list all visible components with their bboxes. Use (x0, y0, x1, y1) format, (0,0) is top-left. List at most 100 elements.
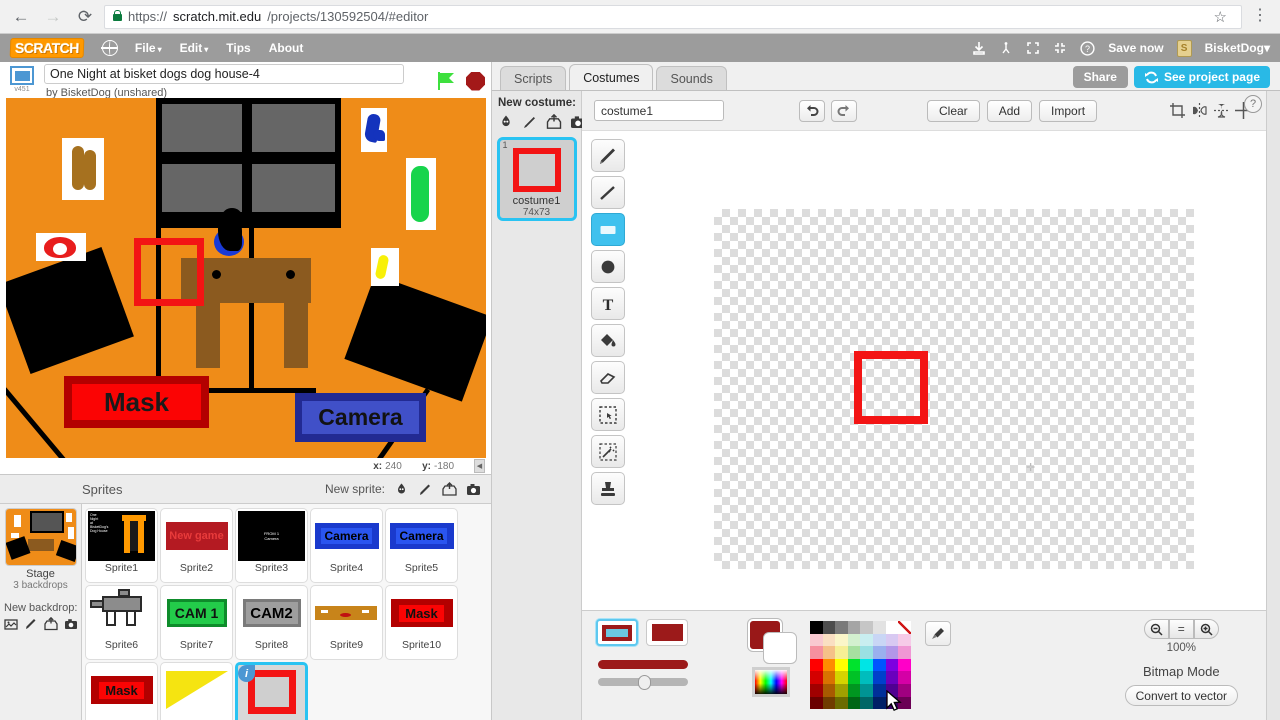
palette-swatch[interactable] (847, 658, 861, 672)
sprite-item-sprite5[interactable]: Camera Sprite5 (385, 508, 458, 583)
palette-swatch[interactable] (872, 658, 886, 672)
palette-swatch[interactable] (835, 671, 848, 684)
line-width-knob[interactable] (637, 675, 651, 690)
palette-swatch[interactable] (810, 646, 823, 659)
sprite-item-sprite10[interactable]: Mask Sprite10 (385, 585, 458, 660)
eyedropper-icon[interactable] (924, 621, 951, 646)
palette-swatch[interactable] (860, 696, 873, 710)
tool-brush[interactable] (591, 139, 625, 172)
palette-swatch[interactable] (822, 696, 836, 710)
tab-sounds[interactable]: Sounds (656, 66, 727, 90)
palette-swatch[interactable] (822, 683, 836, 697)
share-button[interactable]: Share (1072, 66, 1128, 88)
menu-edit[interactable]: Edit ▾ (171, 37, 218, 59)
line-width-slider[interactable] (598, 675, 688, 690)
palette-swatch[interactable] (898, 658, 911, 672)
palette-swatch[interactable] (822, 621, 836, 634)
sprite-item-sprite3[interactable]: FROM 1 Camera Sprite3 (235, 508, 308, 583)
palette-swatch[interactable] (898, 683, 911, 697)
palette-swatch[interactable] (835, 646, 848, 659)
palette-swatch[interactable] (885, 671, 899, 684)
palette-swatch[interactable] (810, 696, 823, 710)
stage-mask-button[interactable]: Mask (64, 376, 209, 428)
palette-swatch[interactable] (847, 696, 861, 710)
paint-icon[interactable] (24, 617, 38, 631)
library-icon[interactable] (498, 114, 514, 130)
palette-swatch[interactable] (872, 683, 886, 697)
palette-swatch[interactable] (898, 696, 911, 710)
no-color-swatch[interactable] (898, 621, 911, 634)
globe-icon[interactable] (101, 39, 118, 56)
palette-swatch[interactable] (847, 671, 861, 684)
browser-back-button[interactable]: ← (8, 4, 34, 30)
stage-fullscreen-icon[interactable]: v451 (8, 66, 36, 96)
help-icon[interactable]: ? (1244, 95, 1262, 113)
sprite-info-badge[interactable]: i (238, 665, 255, 682)
palette-swatch[interactable] (872, 696, 886, 710)
sprite-item-sprite7[interactable]: CAM 1 Sprite7 (160, 585, 233, 660)
menu-file[interactable]: File ▾ (126, 37, 171, 59)
convert-to-vector-button[interactable]: Convert to vector (1124, 685, 1238, 706)
palette-swatch[interactable] (860, 683, 873, 697)
username-menu[interactable]: BisketDog▾ (1205, 41, 1270, 55)
palette-swatch[interactable] (822, 646, 836, 659)
user-avatar[interactable] (1176, 39, 1192, 57)
sprite-item-sprite9[interactable]: Sprite9 (310, 585, 383, 660)
import-button[interactable]: Import (1039, 99, 1098, 122)
paint-canvas[interactable]: ✛ (714, 209, 1194, 569)
library-icon[interactable] (4, 617, 18, 631)
tool-fill[interactable] (591, 324, 625, 357)
palette-swatch[interactable] (860, 621, 873, 634)
palette-swatch[interactable] (885, 633, 899, 647)
sprite-item-sprite2[interactable]: New game Sprite2 (160, 508, 233, 583)
palette-swatch[interactable] (847, 633, 861, 647)
browser-reload-button[interactable]: ⟳ (72, 4, 98, 30)
help-icon[interactable]: ? (1080, 40, 1095, 56)
redo-button[interactable] (831, 99, 857, 122)
palette-swatch[interactable] (885, 621, 899, 634)
flip-horizontal-icon[interactable] (1188, 100, 1210, 122)
palette-swatch[interactable] (822, 671, 836, 684)
color-swatches[interactable] (748, 619, 796, 663)
palette-swatch[interactable] (835, 633, 848, 647)
palette-swatch[interactable] (847, 683, 861, 697)
stamp-icon[interactable] (972, 41, 986, 55)
paint-icon[interactable] (522, 114, 538, 130)
tool-eraser[interactable] (591, 361, 625, 394)
palette-swatch[interactable] (872, 621, 886, 634)
camera-icon[interactable] (64, 617, 78, 631)
palette-swatch[interactable] (822, 658, 836, 672)
palette-swatch[interactable] (885, 658, 899, 672)
address-bar[interactable]: https:// scratch.mit.edu/projects/1305925… (104, 4, 1242, 29)
palette-swatch[interactable] (810, 621, 823, 634)
canvas-drawn-square[interactable] (854, 351, 928, 424)
sprite-item-sprite8[interactable]: CAM2 Sprite8 (235, 585, 308, 660)
menu-tips[interactable]: Tips (217, 37, 259, 59)
save-now-button[interactable]: Save now (1108, 41, 1163, 55)
menu-about[interactable]: About (260, 37, 313, 59)
palette-swatch[interactable] (810, 658, 823, 672)
palette-swatch[interactable] (898, 646, 911, 659)
tool-text[interactable]: T (591, 287, 625, 320)
upload-icon[interactable] (546, 114, 562, 130)
browser-menu-icon[interactable]: ⋮ (1248, 8, 1272, 24)
palette-swatch[interactable] (898, 633, 911, 647)
stage-canvas[interactable]: Mask Camera (6, 98, 486, 458)
shrink-icon[interactable] (1053, 41, 1067, 55)
upload-icon[interactable] (44, 617, 58, 631)
palette-swatch[interactable] (872, 633, 886, 647)
palette-swatch[interactable] (835, 696, 848, 710)
color-palette[interactable] (810, 621, 911, 710)
costume-item-costume1[interactable]: 1 costume1 74x73 (496, 137, 577, 221)
sprite-item-sprite4[interactable]: Camera Sprite4 (310, 508, 383, 583)
sprite-item-mask2[interactable]: Mask (85, 662, 158, 720)
bookmark-star-icon[interactable]: ☆ (1208, 8, 1233, 26)
sprite-item-sprite6[interactable]: Sprite6 (85, 585, 158, 660)
undo-button[interactable] (799, 99, 825, 122)
tool-magic-wand[interactable] (591, 435, 625, 468)
shape-filled-button[interactable] (646, 619, 688, 646)
flip-vertical-icon[interactable] (1210, 100, 1232, 122)
stage-camera-button[interactable]: Camera (295, 393, 426, 442)
collapse-left-icon[interactable]: ◀ (474, 459, 485, 473)
zoom-in-button[interactable] (1193, 619, 1219, 639)
